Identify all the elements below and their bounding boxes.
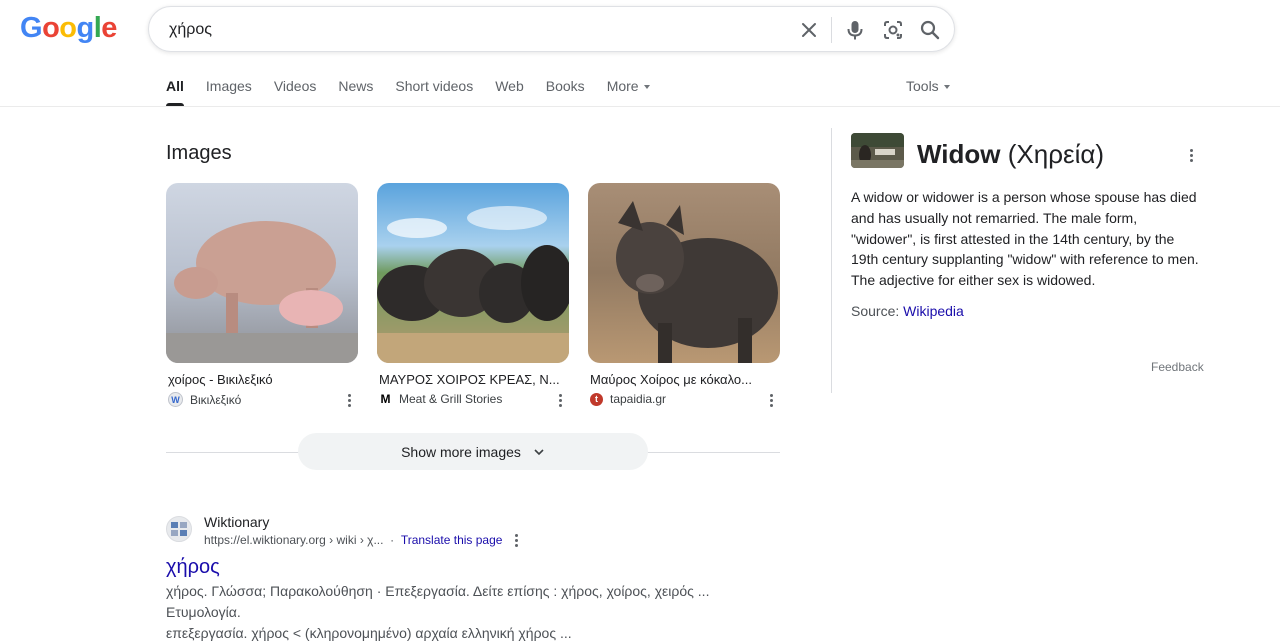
knowledge-panel-title: Widow (Χηρεία) [917,137,1104,171]
tab-label: Short videos [395,78,474,94]
header-divider [0,106,1280,107]
search-tabs: All Images Videos News Short videos Web … [166,76,672,106]
image-source[interactable]: M Meat & Grill Stories [379,392,502,406]
tools-label: Tools [906,78,939,94]
tab-all[interactable]: All [166,76,184,106]
tab-label: Web [495,78,524,94]
image-result[interactable]: χοίρος - Βικιλεξικό W Βικιλεξικό [166,183,358,407]
tab-images[interactable]: Images [206,76,252,106]
meat-grill-favicon-icon: M [379,392,392,406]
tab-label: Images [205,78,252,94]
more-options-icon[interactable] [553,391,567,409]
image-title[interactable]: χοίρος - Βικιλεξικό [168,372,358,387]
image-source-name: Βικιλεξικό [190,392,242,407]
tab-label: News [338,78,374,94]
search-input[interactable] [167,7,791,53]
logo-letter: e [101,12,117,44]
wiktionary-favicon-icon[interactable] [166,516,192,542]
image-result[interactable]: ΜΑΥΡΟΣ ΧΟΙΡΟΣ ΚΡΕΑΣ, Ν... M Meat & Grill… [377,183,569,407]
chevron-down-icon [534,448,544,455]
image-title[interactable]: Μαύρος Χοίρος με κόκαλο... [590,372,780,387]
wiktionary-favicon-icon: W [168,392,183,407]
more-options-icon[interactable] [1184,146,1198,164]
image-source-name: Meat & Grill Stories [399,392,503,406]
search-separator [831,17,832,43]
result-site-name[interactable]: Wiktionary [204,514,269,530]
images-heading: Images [166,142,232,164]
kp-title-main: Widow [917,139,1001,169]
result-url[interactable]: https://el.wiktionary.org › wiki › χ... … [204,532,520,550]
knowledge-panel-source: Source: Wikipedia [851,303,964,319]
image-thumbnail[interactable] [377,183,569,363]
snippet-line: χήρος. Γλώσσα; Παρακολούθηση · Επεξεργασ… [166,583,710,620]
tab-label: More [606,78,639,94]
knowledge-panel-divider [831,128,832,393]
logo-letter: o [59,12,77,44]
lens-icon[interactable] [881,18,905,42]
tab-label: Books [545,78,585,94]
google-logo[interactable]: Google [20,12,117,44]
more-options-icon[interactable] [764,391,778,409]
tab-label: Videos [273,78,317,94]
tab-web[interactable]: Web [495,76,524,106]
wikipedia-link[interactable]: Wikipedia [903,303,964,319]
image-thumbnail[interactable] [588,183,780,363]
search-icon[interactable] [918,18,942,42]
tab-short-videos[interactable]: Short videos [395,76,473,106]
more-options-icon[interactable] [342,391,356,409]
microphone-icon[interactable] [843,18,867,42]
logo-letter: l [93,12,102,44]
image-title[interactable]: ΜΑΥΡΟΣ ΧΟΙΡΟΣ ΚΡΕΑΣ, Ν... [379,372,569,387]
show-more-images-button[interactable]: Show more images [298,433,648,470]
result-title-link[interactable]: χήρος [166,555,220,579]
knowledge-panel-description: A widow or widower is a person whose spo… [851,189,1199,289]
kp-source-label: Source: [851,303,904,319]
knowledge-panel-thumbnail[interactable] [851,133,904,168]
tapaidia-favicon-icon: t [590,392,603,406]
image-thumbnail[interactable] [166,183,358,363]
translate-link[interactable]: Translate this page [401,533,503,547]
image-source[interactable]: t tapaidia.gr [590,392,666,406]
tab-label: All [166,78,184,94]
image-source-name: tapaidia.gr [610,392,667,406]
feedback-link[interactable]: Feedback [1151,360,1204,374]
tab-videos[interactable]: Videos [274,76,317,106]
image-result[interactable]: Μαύρος Χοίρος με κόκαλο... t tapaidia.gr [588,183,780,407]
more-options-icon[interactable] [510,531,524,549]
tab-books[interactable]: Books [546,76,585,106]
snippet-line: επεξεργασία. χήρος < (κληρονομημένο) αρχ… [166,625,572,641]
tools-menu[interactable]: Tools [906,76,950,96]
tab-more[interactable]: More [607,76,650,106]
image-source[interactable]: W Βικιλεξικό [168,392,241,407]
logo-letter: g [76,12,95,44]
caret-down-icon [943,85,950,90]
caret-down-icon [643,85,650,90]
logo-letter: o [42,12,60,44]
search-box [148,6,955,53]
show-more-label: Show more images [401,443,521,460]
kp-title-sub: (Χηρεία) [1000,139,1105,169]
tab-news[interactable]: News [338,76,373,106]
logo-letter: G [20,12,43,44]
result-url-text: https://el.wiktionary.org › wiki › χ... [204,533,384,548]
result-snippet: χήρος. Γλώσσα; Παρακολούθηση · Επεξεργασ… [166,581,786,644]
close-icon[interactable] [797,18,821,42]
